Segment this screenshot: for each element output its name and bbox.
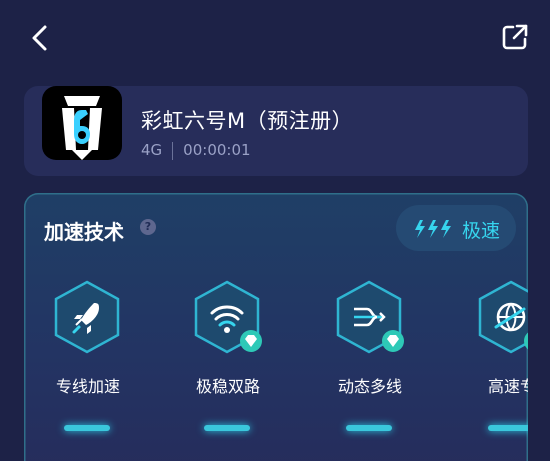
top-bar (0, 0, 550, 75)
feature-indicator (64, 425, 110, 431)
feature-indicator (488, 425, 528, 431)
chevron-left-icon (32, 25, 47, 51)
elapsed-timer: 00:00:01 (183, 141, 251, 159)
connection-info: 4G 00:00:01 (141, 141, 251, 160)
feature-indicator (204, 425, 250, 431)
external-share-icon (502, 24, 528, 50)
game-card: 彩虹六号M（预注册） 4G 00:00:01 (24, 86, 528, 176)
speed-mode-label: 极速 (462, 220, 501, 242)
feature-item[interactable]: 极稳双路 (164, 279, 284, 459)
feature-indicator (346, 425, 392, 431)
feature-label: 动态多线 (337, 377, 402, 396)
network-type: 4G (141, 141, 163, 159)
question-mark-icon[interactable]: ? (140, 219, 156, 235)
share-button[interactable] (500, 22, 530, 52)
rainbow-six-logo-icon (62, 96, 102, 160)
feature-label: 高速专 (487, 377, 528, 396)
game-icon[interactable] (42, 86, 122, 160)
diamond-premium-icon (240, 330, 262, 352)
back-button[interactable] (26, 22, 56, 54)
game-title: 彩虹六号M（预注册） (141, 109, 354, 133)
acceleration-panel: 加速技术 ? 极速 专线加速 极稳双路 动态多线 高速专 (24, 193, 528, 461)
feature-item[interactable]: 专线加速 (24, 279, 144, 459)
globe-plane-icon (478, 280, 528, 354)
feature-item[interactable]: 动态多线 (306, 279, 426, 459)
diamond-premium-icon (524, 332, 528, 350)
triple-lightning-bolt-icon (415, 220, 451, 238)
feature-label: 专线加速 (55, 377, 120, 396)
speed-mode-button[interactable]: 极速 (396, 205, 516, 251)
feature-list: 专线加速 极稳双路 动态多线 高速专 (24, 279, 528, 459)
feature-label: 极稳双路 (195, 377, 260, 396)
rocket-icon (54, 280, 120, 354)
feature-item[interactable]: 高速专 (448, 279, 528, 459)
diamond-premium-icon (382, 330, 404, 352)
panel-title: 加速技术 (44, 220, 124, 244)
divider (172, 141, 174, 160)
